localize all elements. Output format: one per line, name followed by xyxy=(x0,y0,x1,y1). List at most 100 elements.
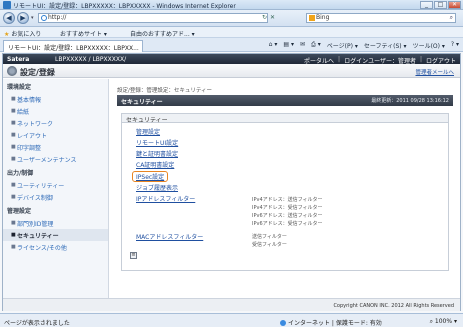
settings-icon xyxy=(7,66,17,76)
sidebar-item-layout[interactable]: ■ レイアウト xyxy=(3,129,108,141)
refresh-icon[interactable]: ↻ xyxy=(262,14,267,21)
sidebar-item-security[interactable]: ■ セキュリティー xyxy=(3,229,108,241)
web-slice-button[interactable]: 自由のおすすめアド... ▾ xyxy=(130,29,195,38)
link-admin-settings[interactable]: 管理設定 xyxy=(136,127,160,136)
suggested-sites-button[interactable]: おすすめサイト ▾ xyxy=(60,29,107,38)
sidebar: 環境設定 ■ 基本情報 ■ 給紙 ■ ネットワーク ■ レイアウト ■ 印字調整 ■ ユーザ… xyxy=(3,79,109,298)
sidebar-section-management: 管理設定 xyxy=(7,208,32,215)
sidebar-item-label: 印字調整 xyxy=(17,145,42,152)
forward-button[interactable]: ▶ xyxy=(17,12,29,24)
link-job-log[interactable]: ジョブ履歴表示 xyxy=(136,183,178,192)
bullet-icon: ■ xyxy=(11,144,16,150)
print-button[interactable]: ⎙ ▾ xyxy=(311,41,321,50)
sidebar-item-label: 部門別ID管理 xyxy=(17,221,54,228)
home-button[interactable]: ⌂ ▾ xyxy=(269,41,278,50)
address-bar: ◀ ▶ ▾ http:// ↻ ✕ Bing ⌕ xyxy=(0,10,463,27)
link-ip-filter[interactable]: IPアドレスフィルター xyxy=(136,194,195,203)
ie-app-icon xyxy=(3,1,11,9)
back-button[interactable]: ◀ xyxy=(3,12,15,24)
sidebar-item-paper[interactable]: ■ 給紙 xyxy=(3,105,108,117)
sidebar-item-label: ユーティリティー xyxy=(17,183,65,190)
remote-ui-page: Satera LBPXXXXX / LBPXXXXX/ ポータルへ | ログイン… xyxy=(2,53,461,311)
link-mac-filter[interactable]: MACアドレスフィルター xyxy=(136,232,203,241)
link-ca-certificate[interactable]: CA証明書設定 xyxy=(136,160,174,169)
sidebar-section-output: 出力/制御 xyxy=(7,170,34,177)
mac-filter-status: 送信フィルター xyxy=(252,234,287,240)
window-titlebar: リモートUI：設定/登録：LBPXXXXX：LBPXXXXX - Windows… xyxy=(0,0,463,10)
bullet-icon: ■ xyxy=(11,182,16,188)
last-updated: 最終更新：2011 09/28 13:16:12 xyxy=(371,98,449,104)
sidebar-item-device-control[interactable]: ■ デバイス制御 xyxy=(3,191,108,203)
stop-icon[interactable]: ✕ xyxy=(270,14,275,21)
sidebar-item-label: 給紙 xyxy=(17,109,30,116)
main-content: 設定/登録：管理設定：セキュリティー セキュリティー 最終更新：2011 09/… xyxy=(117,86,453,296)
sidebar-item-utility[interactable]: ■ ユーティリティー xyxy=(3,179,108,191)
command-bar: ⌂ ▾ ▤ ▾ ✉ ⎙ ▾ ページ(P) ▾ セーフティ(S) ▾ ツール(O)… xyxy=(269,41,459,50)
url-input[interactable]: http:// xyxy=(38,13,268,23)
sidebar-item-label: ネットワーク xyxy=(17,121,54,128)
maximize-button[interactable]: □ xyxy=(434,1,447,9)
page-header: 設定/登録 管理者メールへ xyxy=(3,64,460,78)
bullet-icon: ■ xyxy=(11,244,16,250)
link-ipsec-settings[interactable]: IPSec設定 xyxy=(132,171,169,182)
zone-text: インターネット | 保護モード: 有効 xyxy=(288,320,382,327)
star-icon: ★ xyxy=(4,31,10,38)
status-bar: ページが表示されました インターネット | 保護モード: 有効 ⌕ 100% ▾ xyxy=(0,313,463,327)
suggested-sites-label: おすすめサイト ▾ xyxy=(60,31,107,38)
globe-icon xyxy=(280,320,286,326)
bullet-icon: ■ xyxy=(11,156,16,162)
favorites-button[interactable]: ★ お気に入り xyxy=(4,29,41,38)
device-name: LBPXXXXX / LBPXXXXX/ xyxy=(55,56,127,63)
search-provider: Bing xyxy=(316,14,330,21)
bullet-icon: ■ xyxy=(11,96,16,102)
mac-filter-status: 受信フィルター xyxy=(252,242,287,248)
sidebar-item-user-maintenance[interactable]: ■ ユーザーメンテナンス xyxy=(3,153,108,165)
mail-button[interactable]: ✉ xyxy=(300,41,305,50)
safety-menu[interactable]: セーフティ(S) ▾ xyxy=(364,41,407,50)
page-title: 設定/登録 xyxy=(20,68,55,77)
bullet-icon: ■ xyxy=(11,194,16,200)
sidebar-item-label: デバイス制御 xyxy=(17,195,53,202)
address-actions: ↻ ✕ xyxy=(262,14,275,21)
breadcrumb: 設定/登録：管理設定：セキュリティー xyxy=(117,88,213,94)
search-icon[interactable]: ⌕ xyxy=(450,14,453,22)
bing-icon xyxy=(309,15,315,21)
admin-mail-link[interactable]: 管理者メールへ xyxy=(415,68,454,76)
close-button[interactable]: ✕ xyxy=(448,1,461,9)
sidebar-item-license[interactable]: ■ ライセンス/その他 xyxy=(3,241,108,253)
bullet-icon: ■ xyxy=(11,108,16,114)
feeds-button[interactable]: ▤ ▾ xyxy=(283,41,294,50)
sidebar-item-label: 基本情報 xyxy=(17,97,42,104)
sidebar-item-department-id[interactable]: ■ 部門別ID管理 xyxy=(3,217,108,229)
history-dropdown-icon[interactable]: ▾ xyxy=(31,15,34,21)
minimize-button[interactable]: _ xyxy=(420,1,433,9)
link-remote-ui-settings[interactable]: リモートUI設定 xyxy=(136,138,178,147)
bullet-icon: ■ xyxy=(11,232,16,238)
link-key-certificate[interactable]: 鍵と証明書設定 xyxy=(136,149,178,158)
bullet-icon: ■ xyxy=(11,220,16,226)
tools-menu[interactable]: ツール(O) ▾ xyxy=(413,41,445,50)
help-menu[interactable]: ? ▾ xyxy=(451,41,459,50)
web-slice-label: 自由のおすすめアド... ▾ xyxy=(130,31,195,38)
security-zone: インターネット | 保護モード: 有効 xyxy=(280,318,382,327)
page-menu[interactable]: ページ(P) ▾ xyxy=(327,41,358,50)
box-title: セキュリティー xyxy=(122,114,448,124)
page-icon xyxy=(41,15,47,21)
panel-title: セキュリティー xyxy=(121,99,163,106)
favorites-bar: ★ お気に入り おすすめサイト ▾ 自由のおすすめアド... ▾ xyxy=(0,27,463,38)
copyright: Copyright CANON INC. 2012 All Rights Res… xyxy=(3,298,460,311)
list-icon[interactable]: ≡ xyxy=(130,252,137,259)
sidebar-item-general[interactable]: ■ 基本情報 xyxy=(3,93,108,105)
search-input[interactable]: Bing ⌕ xyxy=(306,13,456,23)
sidebar-item-print-adjust[interactable]: ■ 印字調整 xyxy=(3,141,108,153)
app-topbar: Satera LBPXXXXX / LBPXXXXX/ ポータルへ | ログイン… xyxy=(3,54,460,65)
ip-filter-status: IPv6アドレス：送信フィルター xyxy=(252,213,323,219)
sidebar-item-label: ライセンス/その他 xyxy=(17,245,67,252)
security-box: セキュリティー 管理設定 リモートUI設定 鍵と証明書設定 CA証明書設定 IP… xyxy=(121,113,449,271)
sidebar-section-preferences: 環境設定 xyxy=(7,84,32,91)
tab-remote-ui[interactable]: リモートUI：設定/登録：LBPXXXXX：LBPXX... xyxy=(3,40,143,52)
sidebar-item-network[interactable]: ■ ネットワーク xyxy=(3,117,108,129)
sidebar-item-label: レイアウト xyxy=(17,133,48,140)
zoom-control[interactable]: ⌕ 100% ▾ xyxy=(430,318,457,326)
brand-logo: Satera xyxy=(7,56,30,63)
